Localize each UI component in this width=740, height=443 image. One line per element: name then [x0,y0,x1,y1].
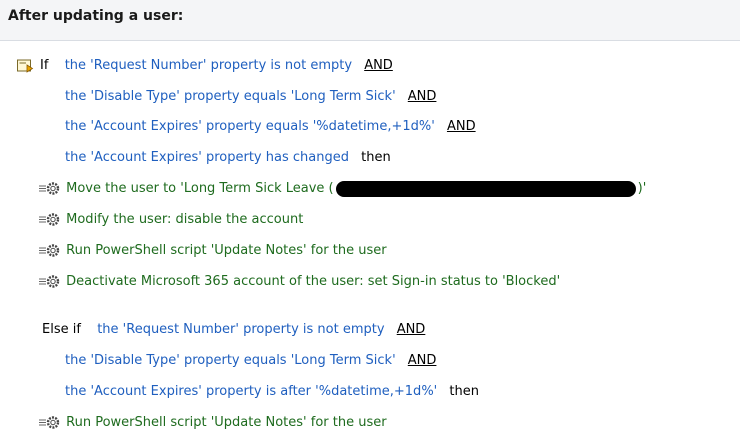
rule1-action-script[interactable]: Run PowerShell script 'Update Notes' for… [38,241,387,261]
condition-connector[interactable]: AND [364,58,393,73]
redacted-text [335,180,636,197]
condition-connector[interactable]: AND [447,119,476,134]
condition-connector[interactable]: AND [408,353,437,368]
condition-text[interactable]: the 'Account Expires' property is after … [65,384,437,399]
action-text: Run PowerShell script 'Update Notes' for… [66,243,387,258]
rule2-condition-row[interactable]: Else if the 'Request Number' property is… [42,320,425,340]
rule1-action-deactivate[interactable]: Deactivate Microsoft 365 account of the … [38,272,560,292]
rule1-condition-row[interactable]: If the 'Request Number' property is not … [40,56,393,76]
rule1-condition-row[interactable]: the 'Disable Type' property equals 'Long… [65,87,436,107]
condition-icon [17,59,34,73]
action-gear-icon [39,415,60,429]
section-title: After updating a user: [8,8,184,24]
action-text: Deactivate Microsoft 365 account of the … [66,274,561,289]
condition-then: then [449,384,479,399]
condition-text[interactable]: the 'Account Expires' property has chang… [65,150,349,165]
rule2-condition-row[interactable]: the 'Account Expires' property is after … [65,382,479,402]
condition-then: then [361,150,391,165]
action-gear-icon [39,274,60,288]
else-if-keyword: Else if [42,322,81,337]
rule1-action-modify[interactable]: Modify the user: disable the account [38,210,303,230]
action-text: )' [637,181,647,196]
action-text: Move the user to 'Long Term Sick Leave ( [66,181,334,196]
condition-text[interactable]: the 'Account Expires' property equals '%… [65,119,435,134]
if-keyword: If [40,58,49,73]
action-gear-icon [39,243,60,257]
rule1-action-move[interactable]: Move the user to 'Long Term Sick Leave (… [38,179,646,199]
section-header: After updating a user: [0,0,740,41]
action-gear-icon [39,181,60,195]
action-gear-icon [39,212,60,226]
condition-connector[interactable]: AND [397,322,426,337]
condition-text[interactable]: the 'Request Number' property is not emp… [65,58,352,73]
condition-text[interactable]: the 'Disable Type' property equals 'Long… [65,89,396,104]
action-text: Run PowerShell script 'Update Notes' for… [66,415,387,430]
condition-text[interactable]: the 'Disable Type' property equals 'Long… [65,353,396,368]
rule2-condition-row[interactable]: the 'Disable Type' property equals 'Long… [65,351,436,371]
rule2-action-script[interactable]: Run PowerShell script 'Update Notes' for… [38,413,387,433]
condition-text[interactable]: the 'Request Number' property is not emp… [97,322,384,337]
rule1-condition-row[interactable]: the 'Account Expires' property has chang… [65,148,391,168]
rule1-condition-row[interactable]: the 'Account Expires' property equals '%… [65,117,476,137]
action-text: Modify the user: disable the account [66,212,304,227]
condition-connector[interactable]: AND [408,89,437,104]
